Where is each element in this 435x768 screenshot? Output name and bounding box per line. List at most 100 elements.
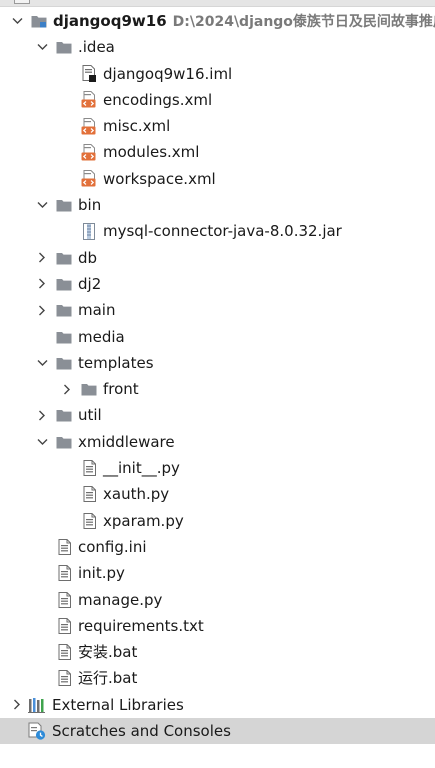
node-name: mysql-connector-java-8.0.32.jar	[103, 222, 342, 241]
text-file-icon	[80, 485, 98, 503]
jar-file-icon	[80, 222, 98, 240]
tree-node-26[interactable]: External Libraries	[0, 692, 435, 718]
xml-file-icon	[80, 143, 98, 161]
chevron-right-icon[interactable]	[36, 278, 48, 290]
text-file-icon	[55, 591, 73, 609]
tree-node-19[interactable]: xparam.py	[0, 508, 435, 534]
node-name: 安装.bat	[78, 643, 138, 662]
node-name: modules.xml	[103, 143, 200, 162]
node-name: xmiddleware	[78, 432, 175, 451]
tree-node-label: util	[78, 402, 102, 428]
node-name: djangoq9w16.iml	[103, 64, 233, 83]
text-file-icon	[55, 538, 73, 556]
text-file-icon	[55, 564, 73, 582]
folder-icon	[55, 328, 73, 346]
tree-node-25[interactable]: 运行.bat	[0, 665, 435, 691]
tree-node-1[interactable]: .idea	[0, 34, 435, 60]
tree-node-label: External Libraries	[52, 692, 184, 718]
node-name: media	[78, 327, 125, 346]
project-tool-window: djangoq9w16 D:\2024\django傣族节日及民间故事推广 .ide…	[0, 0, 435, 768]
tree-node-label: xmiddleware	[78, 429, 175, 455]
chevron-down-icon[interactable]	[36, 436, 48, 448]
tree-node-10[interactable]: dj2	[0, 271, 435, 297]
xml-file-icon	[80, 170, 98, 188]
tree-node-18[interactable]: xauth.py	[0, 481, 435, 507]
tree-node-label: djangoq9w16.iml	[103, 61, 232, 87]
tree-node-24[interactable]: 安装.bat	[0, 639, 435, 665]
tree-node-0[interactable]: djangoq9w16 D:\2024\django傣族节日及民间故事推广	[0, 8, 435, 34]
node-name: 运行.bat	[78, 669, 138, 688]
tree-node-label: front	[103, 376, 139, 402]
node-name: .idea	[78, 38, 115, 57]
chevron-right-icon[interactable]	[36, 252, 48, 264]
tree-node-label: __init__.py	[103, 455, 180, 481]
tree-node-label: 运行.bat	[78, 665, 137, 691]
tree-node-15[interactable]: util	[0, 402, 435, 428]
scratches-icon	[28, 722, 46, 740]
node-name: xauth.py	[103, 485, 170, 504]
folder-icon	[55, 406, 73, 424]
tree-node-label: 安装.bat	[78, 639, 137, 665]
tree-node-6[interactable]: workspace.xml	[0, 166, 435, 192]
tree-node-3[interactable]: encodings.xml	[0, 87, 435, 113]
tree-node-13[interactable]: templates	[0, 350, 435, 376]
xml-file-icon	[80, 91, 98, 109]
node-name: templates	[78, 353, 154, 372]
tree-node-2[interactable]: djangoq9w16.iml	[0, 61, 435, 87]
folder-icon	[55, 433, 73, 451]
chevron-right-icon[interactable]	[36, 304, 48, 316]
tree-node-23[interactable]: requirements.txt	[0, 613, 435, 639]
tree-node-label: mysql-connector-java-8.0.32.jar	[103, 218, 342, 244]
tree-node-7[interactable]: bin	[0, 192, 435, 218]
tree-node-27[interactable]: Scratches and Consoles	[0, 718, 435, 745]
tree-node-label: db	[78, 245, 97, 271]
tree-node-16[interactable]: xmiddleware	[0, 429, 435, 455]
chevron-right-icon[interactable]	[36, 409, 48, 421]
tree-node-label: templates	[78, 350, 154, 376]
chevron-down-icon[interactable]	[11, 15, 23, 27]
node-name: manage.py	[78, 590, 163, 609]
chevron-right-icon[interactable]	[11, 699, 23, 711]
folder-icon	[55, 275, 73, 293]
tree-node-4[interactable]: misc.xml	[0, 113, 435, 139]
tree-node-label: Scratches and Consoles	[52, 718, 231, 744]
node-name: util	[78, 406, 102, 425]
node-name: requirements.txt	[78, 616, 204, 635]
tree-node-22[interactable]: manage.py	[0, 587, 435, 613]
tree-node-14[interactable]: front	[0, 376, 435, 402]
tree-node-label: .idea	[78, 34, 115, 60]
node-name: Scratches and Consoles	[52, 722, 231, 741]
tree-node-9[interactable]: db	[0, 245, 435, 271]
xml-file-icon	[80, 117, 98, 135]
tree-node-label: encodings.xml	[103, 87, 212, 113]
tree-node-label: xauth.py	[103, 481, 169, 507]
text-file-icon	[80, 459, 98, 477]
tree-node-11[interactable]: main	[0, 297, 435, 323]
chevron-down-icon[interactable]	[36, 199, 48, 211]
header-tab-fragment	[14, 0, 30, 4]
folder-icon	[55, 301, 73, 319]
text-file-icon	[55, 669, 73, 687]
tool-window-header-strip	[0, 0, 435, 7]
tree-node-21[interactable]: init.py	[0, 560, 435, 586]
chevron-down-icon[interactable]	[36, 41, 48, 53]
tree-node-17[interactable]: __init__.py	[0, 455, 435, 481]
node-name: dj2	[78, 274, 102, 293]
node-name: __init__.py	[103, 459, 180, 478]
tree-node-12[interactable]: media	[0, 324, 435, 350]
text-file-icon	[55, 643, 73, 661]
tree-node-20[interactable]: config.ini	[0, 534, 435, 560]
folder-icon	[80, 380, 98, 398]
tree-node-label: media	[78, 324, 125, 350]
chevron-right-icon[interactable]	[61, 383, 73, 395]
text-file-icon	[80, 512, 98, 530]
node-name: config.ini	[78, 537, 147, 556]
tree-node-5[interactable]: modules.xml	[0, 139, 435, 165]
node-name: front	[103, 380, 139, 399]
node-name: encodings.xml	[103, 90, 213, 109]
tree-node-8[interactable]: mysql-connector-java-8.0.32.jar	[0, 218, 435, 244]
tree-node-label: bin	[78, 192, 101, 218]
tree-node-label: config.ini	[78, 534, 147, 560]
node-name: bin	[78, 196, 102, 215]
chevron-down-icon[interactable]	[36, 357, 48, 369]
